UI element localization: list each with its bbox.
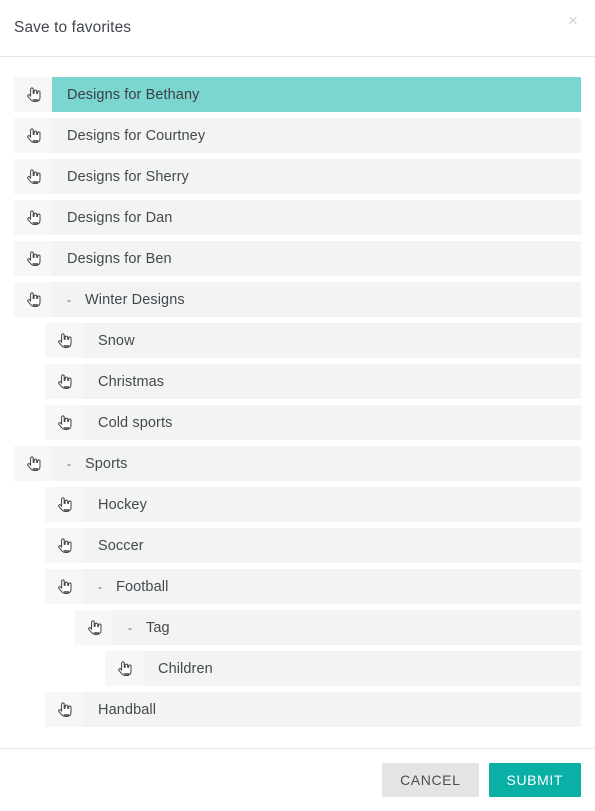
tree-row[interactable]: Soccer	[45, 528, 581, 563]
tree-row-label: Sports	[85, 455, 128, 472]
tree-row-label: Designs for Courtney	[67, 127, 206, 144]
tree-row[interactable]: Designs for Dan	[14, 200, 581, 235]
dialog-header: Save to favorites ×	[0, 0, 595, 57]
tree-row[interactable]: Cold sports	[45, 405, 581, 440]
tree-row[interactable]: - Sports	[14, 446, 581, 481]
hand-pointer-icon[interactable]	[45, 487, 83, 522]
tree-row-label: Handball	[98, 701, 157, 718]
tree-row-label: Winter Designs	[85, 291, 185, 308]
tree-row-label: Football	[116, 578, 169, 595]
favorites-tree: Designs for Bethany Designs for Courtney D…	[0, 57, 595, 748]
hand-pointer-icon[interactable]	[75, 610, 113, 645]
hand-pointer-icon[interactable]	[14, 200, 52, 235]
hand-pointer-icon[interactable]	[45, 364, 83, 399]
hand-pointer-icon[interactable]	[14, 241, 52, 276]
tree-row-label: Children	[158, 660, 213, 677]
hand-pointer-icon[interactable]	[45, 323, 83, 358]
tree-row-label: Soccer	[98, 537, 144, 554]
hand-pointer-icon[interactable]	[45, 569, 83, 604]
tree-collapse-toggle[interactable]: -	[92, 581, 108, 593]
hand-pointer-icon[interactable]	[14, 282, 52, 317]
tree-collapse-toggle[interactable]: -	[61, 294, 77, 306]
tree-row-label: Designs for Dan	[67, 209, 173, 226]
tree-row-label: Tag	[146, 619, 170, 636]
hand-pointer-icon[interactable]	[105, 651, 143, 686]
tree-row[interactable]: Designs for Courtney	[14, 118, 581, 153]
close-icon[interactable]: ×	[563, 11, 583, 31]
tree-row[interactable]: Designs for Sherry	[14, 159, 581, 194]
hand-pointer-icon[interactable]	[45, 405, 83, 440]
tree-row-label: Designs for Ben	[67, 250, 172, 267]
hand-pointer-icon[interactable]	[14, 159, 52, 194]
tree-row[interactable]: Christmas	[45, 364, 581, 399]
save-to-favorites-dialog: Save to favorites × Designs for Bethany D…	[0, 0, 595, 811]
hand-pointer-icon[interactable]	[45, 692, 83, 727]
tree-row-label: Hockey	[98, 496, 147, 513]
tree-row[interactable]: Children	[105, 651, 581, 686]
tree-row[interactable]: Designs for Bethany	[14, 77, 581, 112]
tree-row[interactable]: - Tag	[75, 610, 581, 645]
tree-row-label: Designs for Bethany	[67, 86, 200, 103]
tree-row[interactable]: Handball	[45, 692, 581, 727]
tree-collapse-toggle[interactable]: -	[61, 458, 77, 470]
tree-row[interactable]: - Football	[45, 569, 581, 604]
tree-row-label: Designs for Sherry	[67, 168, 189, 185]
tree-row[interactable]: Designs for Ben	[14, 241, 581, 276]
cancel-button[interactable]: CANCEL	[382, 763, 479, 797]
page-title: Save to favorites	[14, 19, 132, 36]
hand-pointer-icon[interactable]	[14, 446, 52, 481]
submit-button[interactable]: SUBMIT	[488, 763, 581, 797]
hand-pointer-icon[interactable]	[45, 528, 83, 563]
tree-row-label: Snow	[98, 332, 135, 349]
hand-pointer-icon[interactable]	[14, 77, 52, 112]
dialog-footer: CANCEL SUBMIT	[0, 748, 595, 811]
tree-row[interactable]: Snow	[45, 323, 581, 358]
tree-collapse-toggle[interactable]: -	[122, 622, 138, 634]
tree-row-label: Cold sports	[98, 414, 173, 431]
tree-row-label: Christmas	[98, 373, 165, 390]
tree-row[interactable]: Hockey	[45, 487, 581, 522]
tree-row[interactable]: - Winter Designs	[14, 282, 581, 317]
hand-pointer-icon[interactable]	[14, 118, 52, 153]
